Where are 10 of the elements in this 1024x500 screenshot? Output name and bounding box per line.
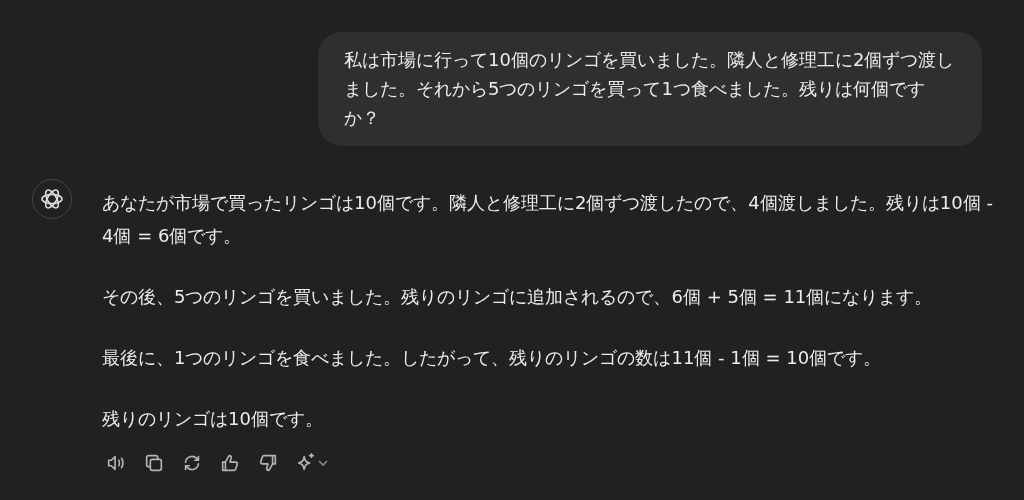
- knot-icon: [40, 187, 64, 211]
- user-message: 私は市場に行って10個のリンゴを買いました。隣人と修理工に2個ずつ渡しました。それから5つのリンゴを買って1つ食べました。残りは何個ですか？: [318, 32, 982, 146]
- response-paragraph: あなたが市場で買ったリンゴは10個です。隣人と修理工に2個ずつ渡したので、4個渡しました。残りは10個 - 4個 = 6個です。: [102, 191, 994, 248]
- response-paragraph: 残りのリンゴは10個です。: [102, 407, 324, 431]
- thumbs-up-icon: [219, 452, 241, 474]
- caret-icon: [317, 457, 329, 469]
- thumbs-down-icon: [257, 452, 279, 474]
- response-paragraph: その後、5つのリンゴを買いました。残りのリンゴに追加されるので、6個 + 5個 = 11個になります。: [102, 285, 934, 309]
- response-paragraph: 最後に、1つのリンゴを食べました。したがって、残りのリンゴの数は11個 - 1個 = 10個です。: [102, 346, 883, 370]
- copy-icon: [143, 452, 165, 474]
